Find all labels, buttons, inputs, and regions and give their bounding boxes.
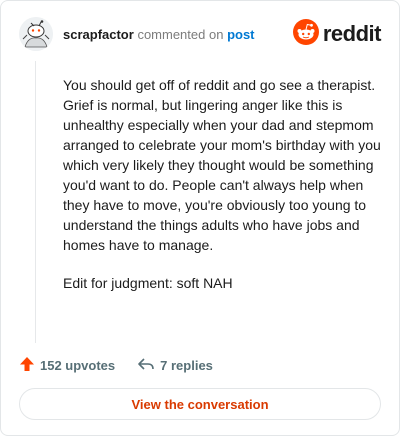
comment-embed-card: scrapfactor commented on post reddit You… [0, 0, 400, 436]
replies-label: 7 replies [160, 357, 213, 373]
replies-count[interactable]: 7 replies [137, 356, 213, 375]
upvote-count[interactable]: 152 upvotes [19, 356, 115, 375]
comment-paragraph: You should get off of reddit and go see … [63, 77, 381, 253]
post-link[interactable]: post [227, 27, 254, 42]
comment-header: scrapfactor commented on post reddit [19, 17, 385, 53]
thread-line[interactable] [35, 61, 36, 343]
reddit-brand[interactable]: reddit [292, 18, 382, 50]
reddit-wordmark: reddit [322, 21, 382, 46]
username-link[interactable]: scrapfactor [63, 27, 134, 42]
comment-paragraph: Edit for judgment: soft NAH [63, 275, 233, 291]
view-conversation-button[interactable]: View the conversation [19, 388, 381, 420]
upvotes-label: 152 upvotes [40, 357, 116, 373]
comment-actions: 152 upvotes 7 replies [19, 355, 213, 375]
upvote-arrow-icon [19, 356, 40, 375]
reply-arrow-icon [137, 356, 160, 375]
comment-body: You should get off of reddit and go see … [63, 75, 383, 311]
meta-action-text: commented on [137, 27, 224, 42]
reddit-logo-icon [292, 18, 319, 50]
snoo-avatar-icon[interactable] [19, 17, 53, 51]
comment-meta: scrapfactor commented on post [63, 27, 255, 42]
